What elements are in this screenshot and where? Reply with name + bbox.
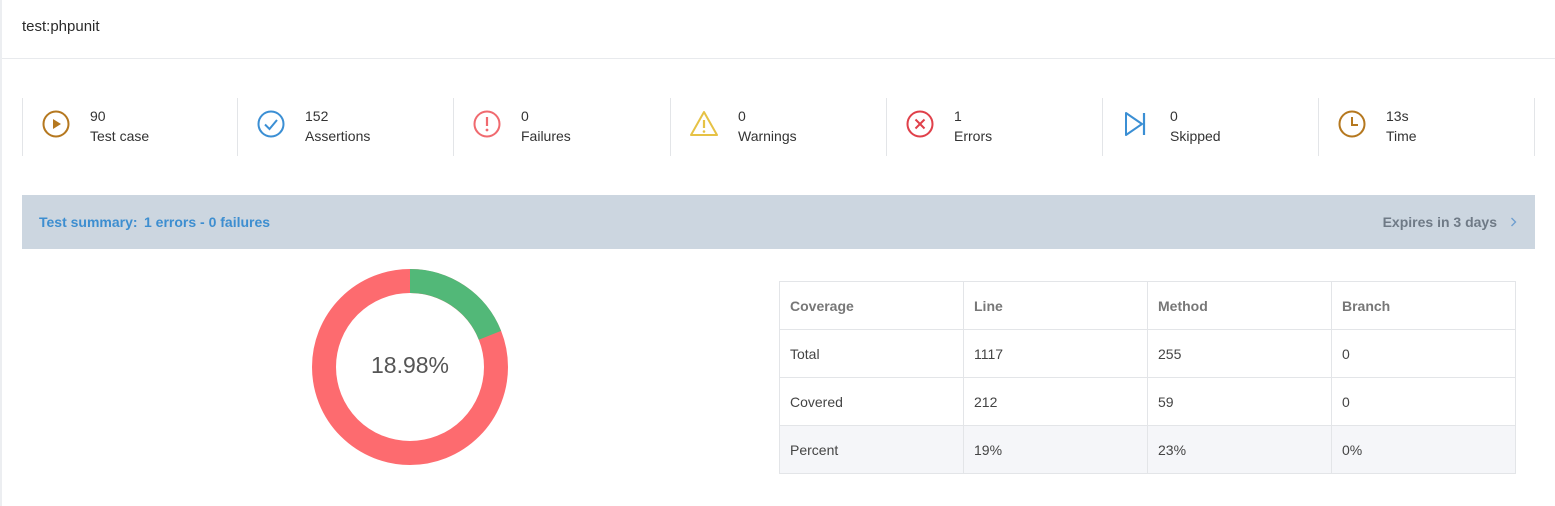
table-cell: 212 [963,377,1148,426]
column-header: Method [1147,281,1332,330]
coverage-percent-label: 18.98% [370,352,449,378]
column-header: Coverage [779,281,964,330]
table-cell: 23% [1147,425,1332,474]
stat-label: Skipped [1170,128,1221,144]
exclamation-circle-icon [473,110,501,138]
table-cell: Total [779,329,964,378]
play-circle-icon [42,110,70,138]
table-cell: Covered [779,377,964,426]
stat-label: Warnings [738,128,797,144]
stat-assertions: 152 Assertions [237,98,453,156]
summary-value: 1 errors - 0 failures [144,214,271,230]
table-cell: Percent [779,425,964,474]
skip-icon [1125,112,1146,136]
stat-time: 13s Time [1318,98,1535,156]
stat-label: Time [1386,128,1417,144]
stat-label: Failures [521,128,571,144]
stat-value: 0 [738,108,746,124]
stat-value: 152 [305,108,329,124]
x-circle-icon [906,110,934,138]
stat-value: 0 [521,108,529,124]
table-row: Percent 19% 23% 0% [779,425,1516,474]
table-row: Covered 212 59 0 [779,377,1516,426]
stat-test-case: 90 Test case [22,98,237,156]
stat-errors: 1 Errors [886,98,1102,156]
clock-icon [1338,110,1366,138]
stat-label: Assertions [305,128,371,144]
table-cell: 59 [1147,377,1332,426]
check-circle-icon [257,110,285,138]
table-cell: 1117 [963,329,1148,378]
table-header-row: Coverage Line Method Branch [779,281,1516,330]
stat-value: 13s [1386,108,1409,124]
stat-value: 0 [1170,108,1178,124]
expires-text: Expires in 3 days [1382,214,1497,230]
stat-skipped: 0 Skipped [1102,98,1318,156]
test-summary-bar[interactable]: Test summary: 1 errors - 0 failures Expi… [22,195,1535,249]
stat-value: 1 [954,108,962,124]
stat-failures: 0 Failures [453,98,670,156]
chevron-right-icon[interactable] [1509,214,1519,230]
stats-row: 90 Test case 152 Assertions 0 Failures 0… [22,98,1535,156]
stat-label: Test case [90,128,150,144]
table-cell: 0 [1331,377,1516,426]
column-header: Line [963,281,1148,330]
page-title: test:phpunit [22,18,100,35]
table-cell: 0% [1331,425,1516,474]
page-header: test:phpunit [2,0,1555,59]
table-cell: 0 [1331,329,1516,378]
column-header: Branch [1331,281,1516,330]
table-cell: 255 [1147,329,1332,378]
warning-triangle-icon [690,111,718,136]
stat-value: 90 [90,108,106,124]
table-cell: 19% [963,425,1148,474]
stat-warnings: 0 Warnings [670,98,886,156]
coverage-table: Coverage Line Method Branch Total 1117 2… [779,281,1516,474]
table-row: Total 1117 255 0 [779,329,1516,378]
summary-label: Test summary: [39,214,138,230]
stat-label: Errors [954,128,993,144]
